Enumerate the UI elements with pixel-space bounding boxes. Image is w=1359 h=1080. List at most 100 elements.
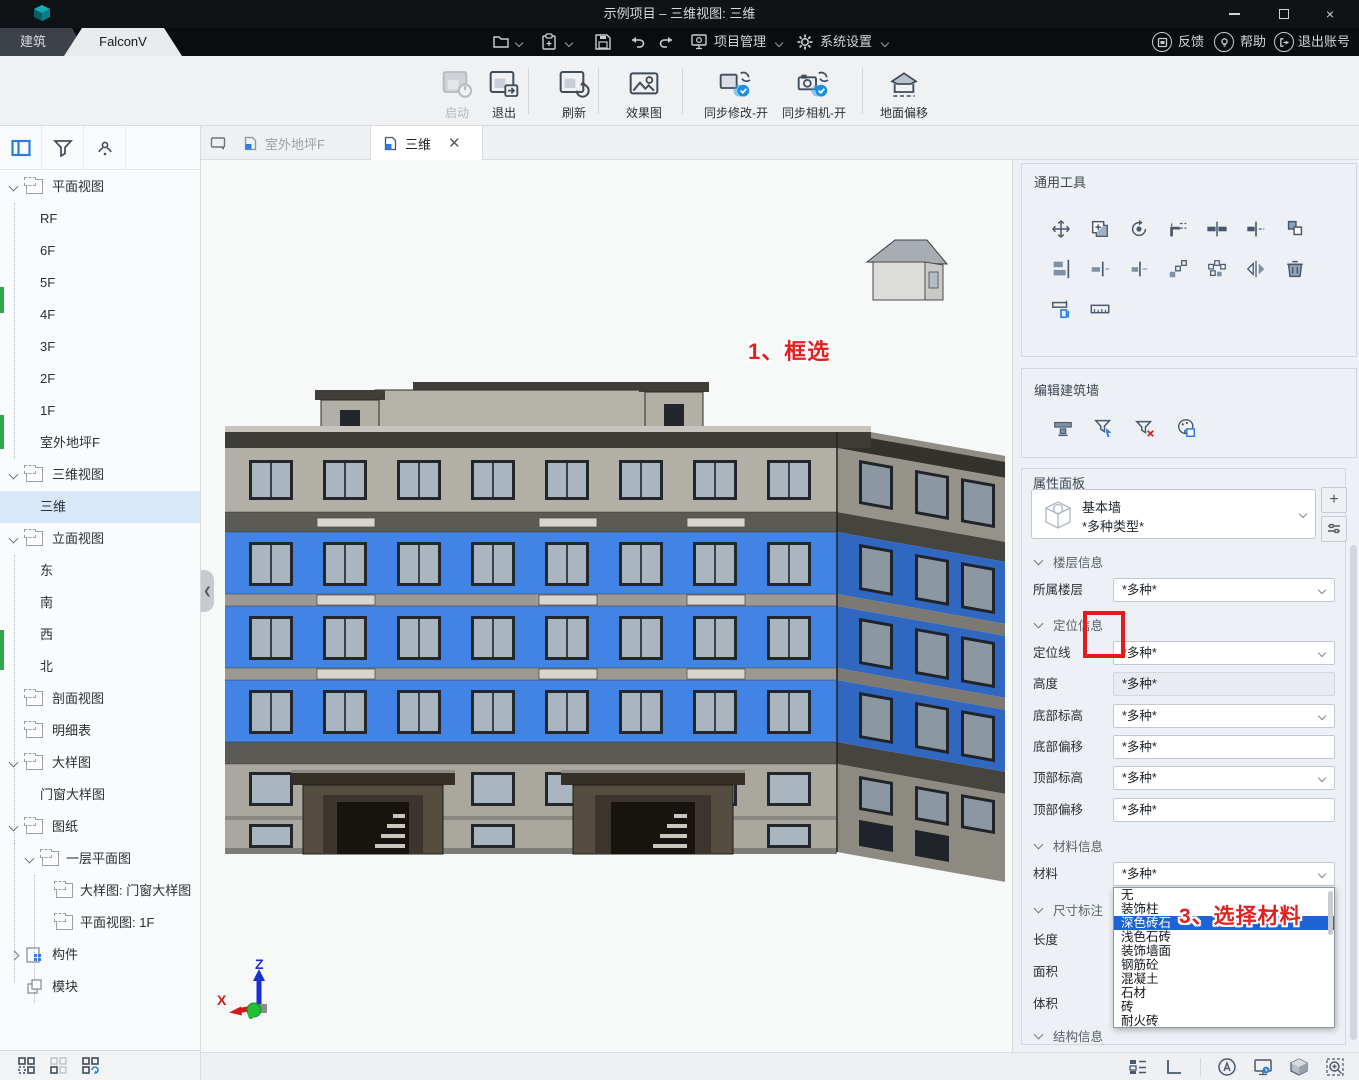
rotate-icon[interactable] bbox=[1126, 216, 1152, 242]
field-top-level-select[interactable]: *多种* bbox=[1113, 766, 1335, 790]
help-icon[interactable] bbox=[1214, 32, 1234, 52]
delete-icon[interactable] bbox=[1282, 256, 1308, 282]
doc-tab-site-plan[interactable]: 室外地坪F bbox=[231, 126, 371, 160]
refresh-button[interactable]: 刷新 bbox=[542, 64, 606, 121]
open-folder-icon[interactable] bbox=[492, 33, 510, 51]
feedback-icon[interactable] bbox=[1152, 32, 1172, 52]
filter-clear-icon[interactable] bbox=[1132, 415, 1158, 441]
field-floor-select[interactable]: *多种* bbox=[1113, 578, 1335, 602]
open-folder-caret-icon[interactable] bbox=[516, 40, 523, 47]
measure-icon[interactable] bbox=[1087, 296, 1113, 322]
doc-tab-3d-active[interactable]: 三维 ✕ bbox=[371, 126, 483, 160]
wall-profile-icon[interactable] bbox=[1050, 415, 1076, 441]
grid-restore-icon[interactable] bbox=[80, 1055, 102, 1077]
offset-icon[interactable] bbox=[1048, 296, 1074, 322]
tree-item-north[interactable]: 北 bbox=[0, 651, 200, 683]
tree-item-door-window-detail[interactable]: 门窗大样图 bbox=[0, 779, 200, 811]
tree-item-plan-views[interactable]: 平面视图 bbox=[0, 171, 200, 203]
detail-list-icon[interactable] bbox=[1128, 1057, 1148, 1077]
align-center-icon[interactable] bbox=[1126, 256, 1152, 282]
material-option[interactable]: 砖 bbox=[1114, 1000, 1334, 1014]
filter-icon[interactable] bbox=[42, 126, 84, 170]
close-tab-icon[interactable]: ✕ bbox=[448, 134, 461, 152]
panel-scrollbar[interactable] bbox=[1350, 545, 1357, 1040]
tree-item-5f[interactable]: 5F bbox=[0, 267, 200, 299]
tree-item-south[interactable]: 南 bbox=[0, 587, 200, 619]
logout-icon[interactable] bbox=[1274, 32, 1294, 52]
zoom-fit-icon[interactable] bbox=[1325, 1057, 1345, 1077]
project-management-caret-icon[interactable] bbox=[776, 40, 783, 47]
undo-icon[interactable] bbox=[628, 33, 646, 51]
tree-item-3d-selected[interactable]: 三维 bbox=[0, 491, 200, 523]
tree-item-detail-views[interactable]: 大样图 bbox=[0, 747, 200, 779]
logout-label[interactable]: 退出账号 bbox=[1298, 28, 1350, 56]
align-bottom-icon[interactable] bbox=[1048, 256, 1074, 282]
monitor-sync-icon[interactable] bbox=[1253, 1057, 1273, 1077]
filter-select-icon[interactable] bbox=[1091, 415, 1117, 441]
tree-item-site-plan[interactable]: 室外地坪F bbox=[0, 427, 200, 459]
panel-toggle-icon[interactable] bbox=[0, 126, 42, 170]
system-settings-caret-icon[interactable] bbox=[882, 40, 889, 47]
tree-item-sheet-detail[interactable]: 大样图: 门窗大样图 bbox=[0, 875, 200, 907]
material-option[interactable]: 浅色石砖 bbox=[1114, 930, 1334, 944]
gear-icon[interactable] bbox=[796, 33, 814, 51]
section-dimension-info[interactable]: 尺寸标注 bbox=[1035, 900, 1103, 919]
grid-select-icon[interactable] bbox=[16, 1055, 38, 1077]
material-option[interactable]: 钢筋砼 bbox=[1114, 958, 1334, 972]
tree-item-west[interactable]: 西 bbox=[0, 619, 200, 651]
sync-camera-toggle[interactable]: 同步相机-开 bbox=[776, 64, 852, 121]
sync-edit-toggle[interactable]: 同步修改-开 bbox=[698, 64, 774, 121]
material-paint-icon[interactable] bbox=[1173, 415, 1199, 441]
tree-item-elevation-views[interactable]: 立面视图 bbox=[0, 523, 200, 555]
tree-item-4f[interactable]: 4F bbox=[0, 299, 200, 331]
help-label[interactable]: 帮助 bbox=[1240, 28, 1266, 56]
material-option[interactable]: 石材 bbox=[1114, 986, 1334, 1000]
match-type-icon[interactable] bbox=[1282, 216, 1308, 242]
mirror-icon[interactable] bbox=[1243, 256, 1269, 282]
tree-item-section-views[interactable]: 剖面视图 bbox=[0, 683, 200, 715]
field-height-input[interactable]: *多种* bbox=[1113, 672, 1335, 696]
reference-house-model[interactable] bbox=[865, 232, 949, 304]
tree-item-6f[interactable]: 6F bbox=[0, 235, 200, 267]
project-management-menu[interactable]: 项目管理 bbox=[714, 28, 766, 56]
maximize-button[interactable] bbox=[1269, 0, 1299, 28]
material-option[interactable]: 耐火砖 bbox=[1114, 1014, 1334, 1028]
tree-item-east[interactable]: 东 bbox=[0, 555, 200, 587]
corner-angle-icon[interactable] bbox=[1164, 1057, 1184, 1077]
shaded-cube-icon[interactable] bbox=[1289, 1057, 1309, 1077]
section-material-info[interactable]: 材料信息 bbox=[1035, 836, 1103, 855]
field-top-offset-input[interactable]: *多种* bbox=[1113, 798, 1335, 822]
dropdown-scrollbar[interactable] bbox=[1328, 891, 1333, 935]
auto-a-icon[interactable] bbox=[1217, 1057, 1237, 1077]
split-center-icon[interactable] bbox=[1204, 216, 1230, 242]
locate-icon[interactable] bbox=[84, 126, 126, 170]
material-option[interactable]: 装饰墙面 bbox=[1114, 944, 1334, 958]
tree-item-sheet-plan-1f[interactable]: 平面视图: 1F bbox=[0, 907, 200, 939]
array-linear-icon[interactable] bbox=[1165, 256, 1191, 282]
tree-item-2f[interactable]: 2F bbox=[0, 363, 200, 395]
type-settings-button[interactable] bbox=[1321, 516, 1347, 542]
align-left-icon[interactable] bbox=[1087, 256, 1113, 282]
field-locline-select[interactable]: *多种* bbox=[1113, 641, 1335, 665]
3d-viewport[interactable]: 1、框选 Z X ❮ bbox=[201, 160, 1012, 1052]
tab-list-icon[interactable] bbox=[210, 135, 228, 151]
tree-item-first-floor-sheet[interactable]: 一层平面图 bbox=[0, 843, 200, 875]
material-option[interactable]: 混凝土 bbox=[1114, 972, 1334, 986]
type-selector[interactable]: 基本墙 *多种类型* bbox=[1031, 489, 1316, 539]
tree-item-components[interactable]: 构件 bbox=[0, 939, 200, 971]
field-bottom-offset-input[interactable]: *多种* bbox=[1113, 735, 1335, 759]
tree-item-schedules[interactable]: 明细表 bbox=[0, 715, 200, 747]
render-image-button[interactable]: 效果图 bbox=[612, 64, 676, 121]
clipboard-paste-caret-icon[interactable] bbox=[566, 40, 573, 47]
move-icon[interactable] bbox=[1048, 216, 1074, 242]
field-material-select[interactable]: *多种* bbox=[1113, 862, 1335, 886]
minimize-button[interactable] bbox=[1219, 0, 1249, 28]
tree-item-1f[interactable]: 1F bbox=[0, 395, 200, 427]
save-icon[interactable] bbox=[594, 33, 612, 51]
ribbon-tab-falconv[interactable]: FalconV bbox=[64, 28, 182, 56]
system-settings-menu[interactable]: 系统设置 bbox=[820, 28, 872, 56]
field-bottom-level-select[interactable]: *多种* bbox=[1113, 704, 1335, 728]
building-model[interactable] bbox=[225, 382, 1005, 882]
add-type-button[interactable]: + bbox=[1321, 487, 1347, 513]
redo-icon[interactable] bbox=[658, 33, 676, 51]
